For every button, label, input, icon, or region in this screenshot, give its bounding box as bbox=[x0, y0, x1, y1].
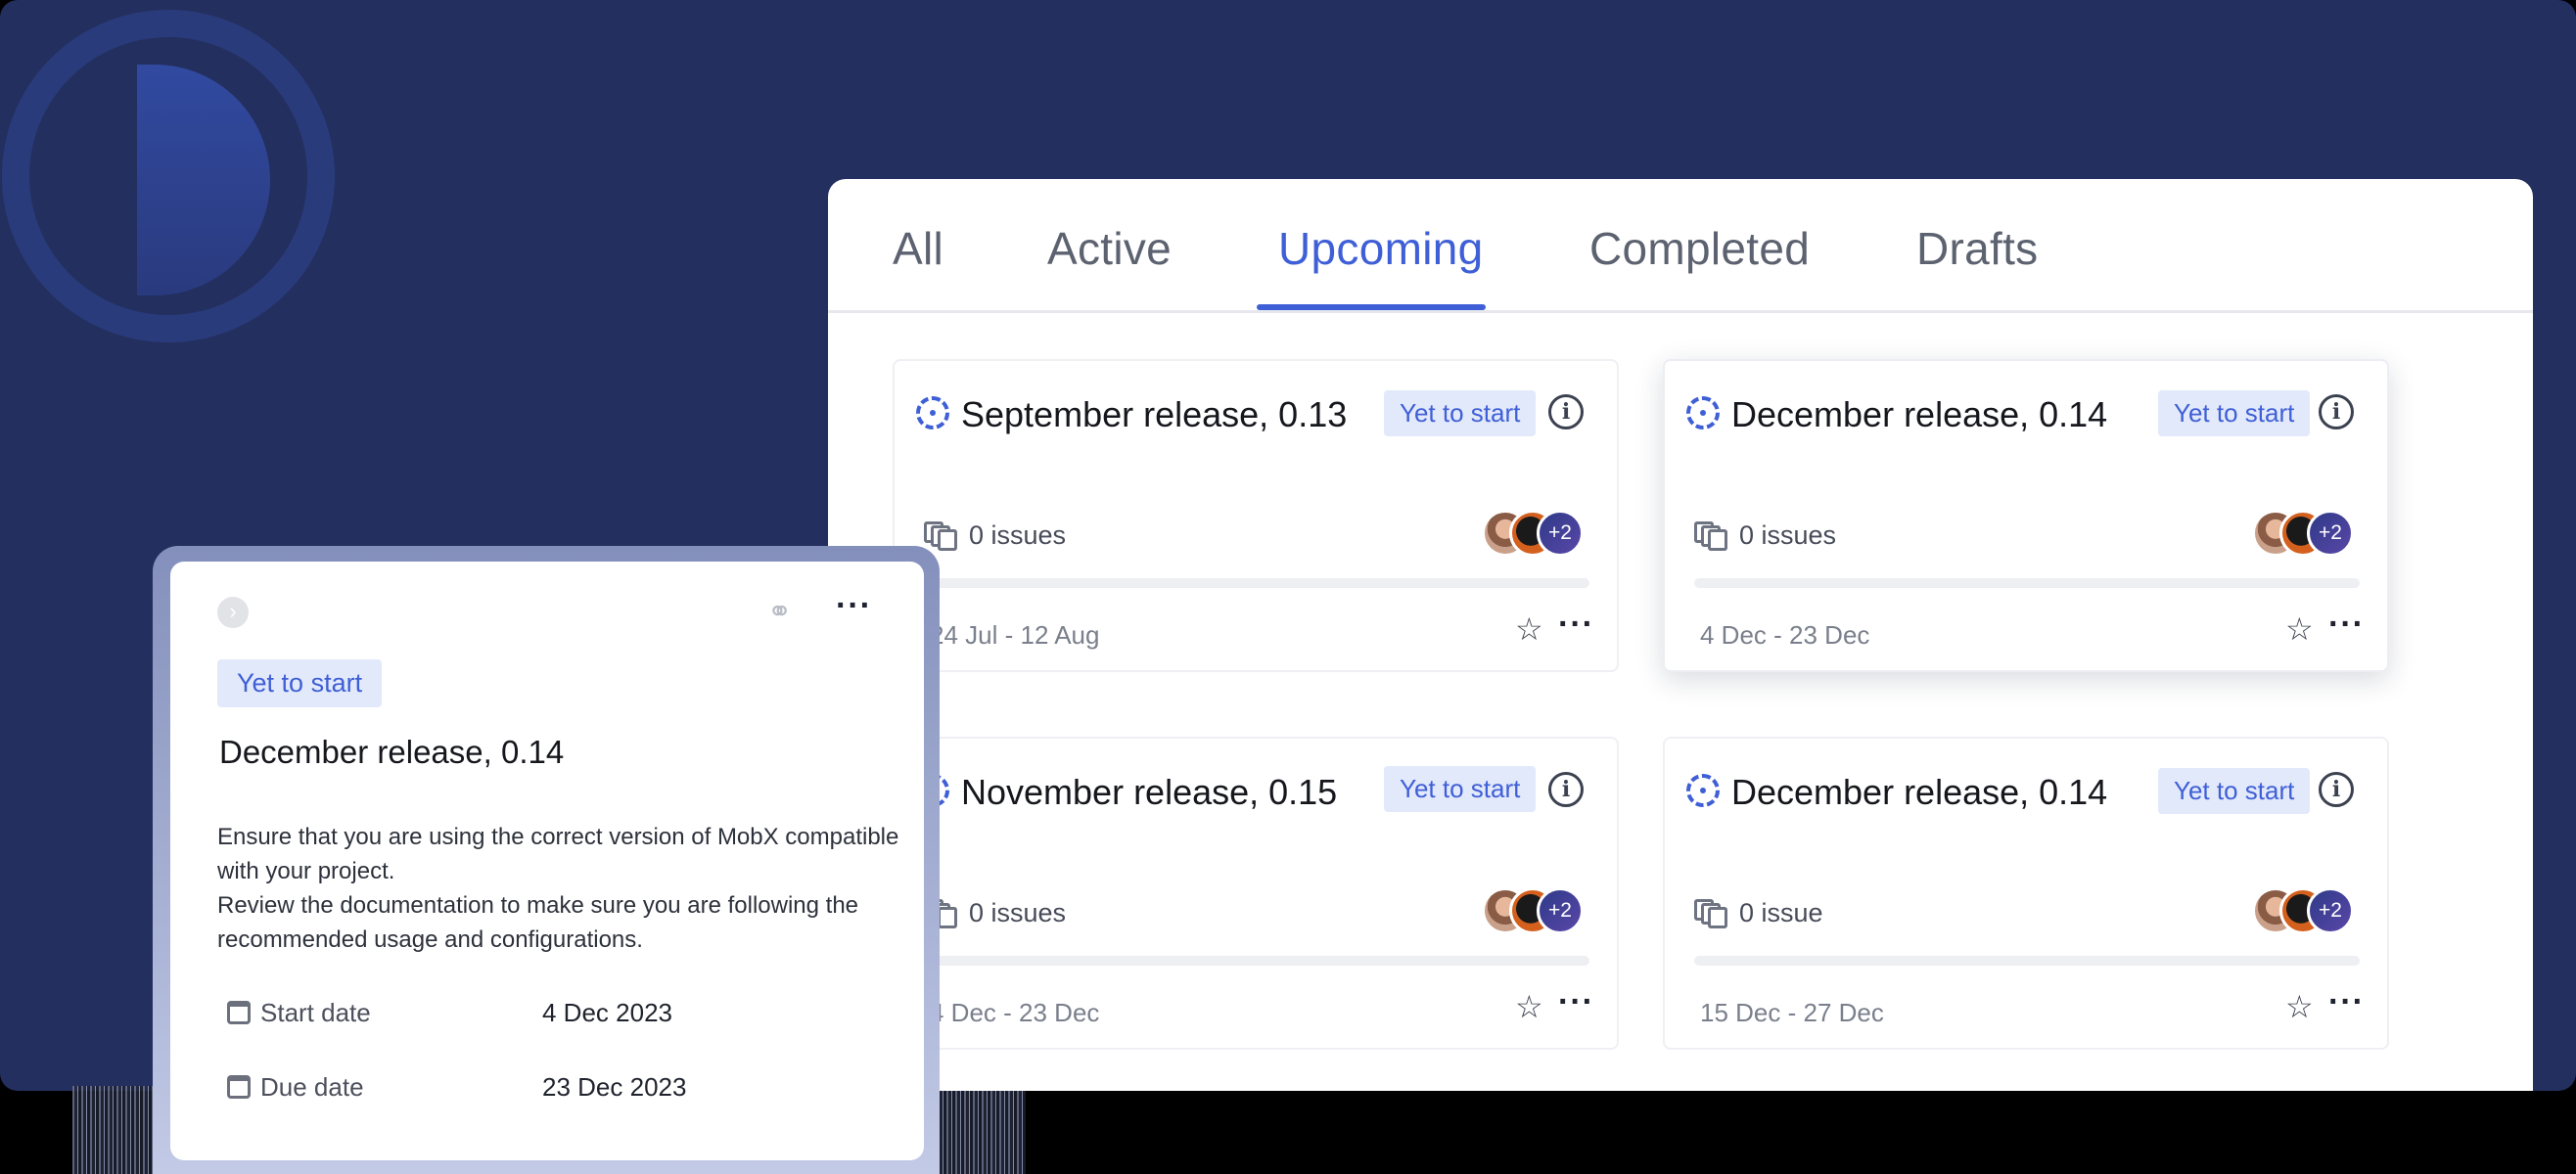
status-badge: Yet to start bbox=[217, 659, 383, 707]
progress-bar bbox=[1694, 578, 2360, 588]
extra-members-avatar: +2 bbox=[1537, 887, 1584, 934]
status-badge: Yet to start bbox=[1384, 390, 1537, 436]
start-date-label: Start date bbox=[227, 998, 371, 1028]
more-horizontal-icon[interactable]: ··· bbox=[836, 589, 872, 622]
layers-icon bbox=[1694, 897, 1727, 928]
card-title: December release, 0.14 bbox=[1731, 772, 2108, 812]
date-range: 24 Jul - 12 Aug bbox=[930, 620, 1100, 650]
card-title: December release, 0.14 bbox=[1731, 394, 2108, 434]
chevron-right-icon[interactable]: › bbox=[217, 597, 249, 628]
card-title: November release, 0.15 bbox=[961, 772, 1338, 812]
member-avatars[interactable]: +2 bbox=[2252, 887, 2360, 936]
layers-icon bbox=[1694, 519, 1727, 551]
date-range: 4 Dec - 23 Dec bbox=[1700, 620, 1870, 650]
dashed-circle-icon bbox=[1686, 396, 1720, 429]
cycle-card[interactable]: December release, 0.14 Yet to start i 0 … bbox=[1663, 359, 2389, 672]
star-icon[interactable]: ☆ bbox=[1515, 613, 1543, 645]
cycle-card[interactable]: December release, 0.14 Yet to start i 0 … bbox=[1663, 737, 2389, 1050]
extra-members-avatar: +2 bbox=[2307, 510, 2354, 557]
detail-title: December release, 0.14 bbox=[219, 734, 565, 770]
info-icon[interactable]: i bbox=[1548, 394, 1584, 429]
extra-members-avatar: +2 bbox=[2307, 887, 2354, 934]
cycle-detail-peek: › ⚭ ··· Yet to start December release, 0… bbox=[170, 562, 924, 1160]
link-icon[interactable]: ⚭ bbox=[767, 595, 792, 629]
issues-count: 0 issues bbox=[969, 520, 1067, 550]
dashed-circle-icon bbox=[916, 396, 949, 429]
more-horizontal-icon[interactable]: ··· bbox=[2328, 985, 2365, 1018]
tab-bar: All Active Upcoming Completed Drafts bbox=[828, 179, 2533, 313]
member-avatars[interactable]: +2 bbox=[1482, 887, 1589, 936]
progress-bar bbox=[924, 578, 1589, 588]
cycle-card[interactable]: September release, 0.13 Yet to start i 0… bbox=[893, 359, 1619, 672]
progress-bar bbox=[1694, 956, 2360, 966]
issues-count: 0 issues bbox=[1739, 520, 1837, 550]
description-line: Review the documentation to make sure yo… bbox=[217, 892, 859, 953]
card-title: September release, 0.13 bbox=[961, 394, 1348, 434]
calendar-icon bbox=[227, 1075, 251, 1099]
progress-bar bbox=[924, 956, 1589, 966]
star-icon[interactable]: ☆ bbox=[2285, 991, 2314, 1022]
due-date-value[interactable]: 23 Dec 2023 bbox=[542, 1072, 686, 1103]
member-avatars[interactable]: +2 bbox=[1482, 510, 1589, 559]
detail-description: Ensure that you are using the correct ve… bbox=[217, 820, 902, 957]
more-horizontal-icon[interactable]: ··· bbox=[1558, 985, 1594, 1018]
active-tab-indicator bbox=[1257, 304, 1486, 310]
start-date-value[interactable]: 4 Dec 2023 bbox=[542, 998, 672, 1028]
layers-icon bbox=[924, 519, 957, 551]
status-badge: Yet to start bbox=[2158, 768, 2311, 814]
tab-all[interactable]: All bbox=[893, 222, 943, 275]
info-icon[interactable]: i bbox=[2319, 394, 2354, 429]
date-range: 4 Dec - 23 Dec bbox=[930, 998, 1100, 1027]
tab-drafts[interactable]: Drafts bbox=[1916, 222, 2038, 275]
due-date-label: Due date bbox=[227, 1072, 364, 1103]
dashed-circle-icon bbox=[1686, 774, 1720, 807]
star-icon[interactable]: ☆ bbox=[1515, 991, 1543, 1022]
calendar-icon bbox=[227, 1001, 251, 1024]
tab-upcoming[interactable]: Upcoming bbox=[1278, 222, 1484, 275]
cycles-panel: All Active Upcoming Completed Drafts Sep… bbox=[828, 179, 2533, 1091]
status-badge: Yet to start bbox=[2158, 390, 2311, 436]
status-badge: Yet to start bbox=[1384, 766, 1537, 812]
tab-completed[interactable]: Completed bbox=[1589, 222, 1810, 275]
tab-active[interactable]: Active bbox=[1047, 222, 1172, 275]
issues-count: 0 issues bbox=[969, 898, 1067, 927]
extra-members-avatar: +2 bbox=[1537, 510, 1584, 557]
cycle-card[interactable]: November release, 0.15 Yet to start i 0 … bbox=[893, 737, 1619, 1050]
info-icon[interactable]: i bbox=[1548, 772, 1584, 807]
issues-count: 0 issue bbox=[1739, 898, 1823, 927]
member-avatars[interactable]: +2 bbox=[2252, 510, 2360, 559]
star-icon[interactable]: ☆ bbox=[2285, 613, 2314, 645]
date-range: 15 Dec - 27 Dec bbox=[1700, 998, 1884, 1027]
description-line: Ensure that you are using the correct ve… bbox=[217, 824, 899, 884]
info-icon[interactable]: i bbox=[2319, 772, 2354, 807]
more-horizontal-icon[interactable]: ··· bbox=[2328, 608, 2365, 641]
more-horizontal-icon[interactable]: ··· bbox=[1558, 608, 1594, 641]
